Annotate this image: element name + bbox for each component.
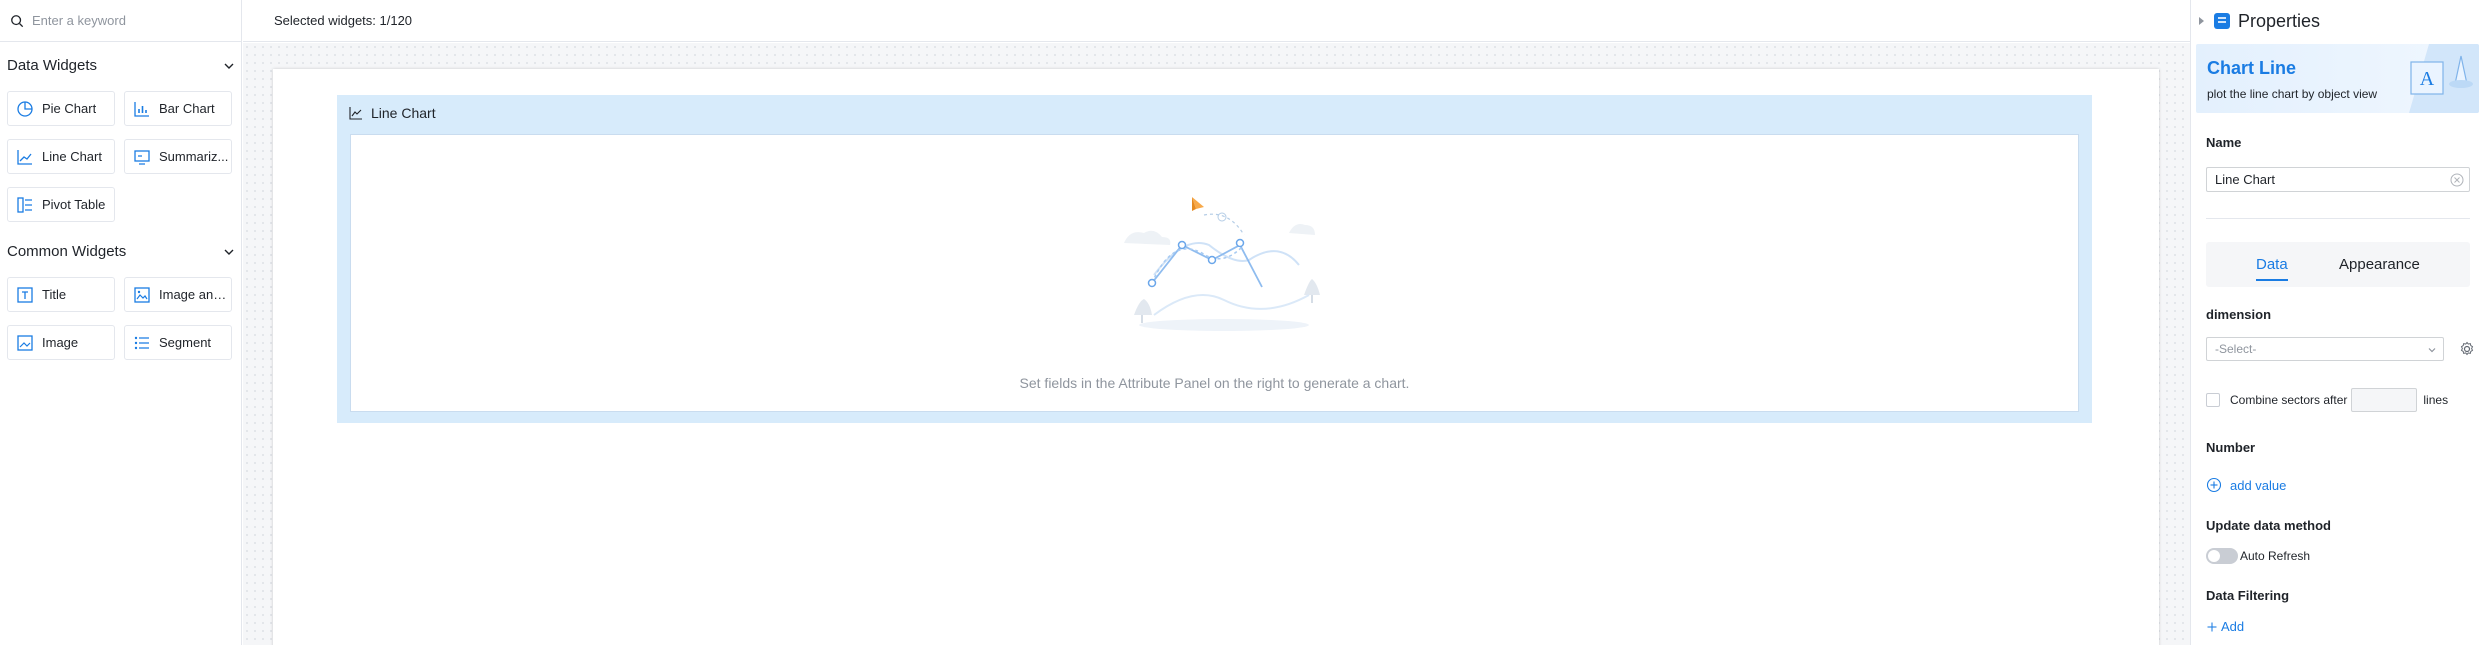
dimension-select-value: -Select-	[2215, 342, 2257, 356]
design-canvas[interactable]: Line Chart Set fields in the Attribute P…	[243, 43, 2190, 645]
widget-label: Image	[42, 335, 79, 350]
add-circle-icon	[2206, 477, 2222, 493]
tab-data[interactable]: Data	[2256, 242, 2288, 287]
section-data-widgets[interactable]: Data Widgets	[7, 57, 235, 74]
caret-right-icon[interactable]	[2197, 17, 2205, 25]
bar-chart-icon	[134, 101, 149, 117]
properties-header: Properties	[2191, 0, 2483, 42]
combine-sectors-unit: lines	[2423, 393, 2449, 407]
number-label: Number	[2206, 440, 2256, 455]
widget-type-description: plot the line chart by object view	[2207, 87, 2378, 101]
widget-label: Title	[42, 287, 67, 302]
name-label: Name	[2206, 135, 2242, 150]
combine-sectors-input[interactable]	[2351, 388, 2418, 412]
search-icon	[11, 14, 24, 27]
divider	[2206, 218, 2470, 219]
summary-icon	[134, 149, 150, 165]
widget-library-panel: Data Widgets Pie Chart Bar Chart Line Ch…	[0, 0, 242, 645]
properties-icon	[2214, 13, 2230, 29]
banner-illustration: A	[2409, 44, 2479, 113]
widget-segment[interactable]: Segment	[124, 325, 232, 360]
empty-chart-hint: Set fields in the Attribute Panel on the…	[1019, 375, 1410, 391]
line-chart-widget[interactable]: Line Chart Set fields in the Attribute P…	[337, 95, 2092, 423]
section-common-widgets[interactable]: Common Widgets	[7, 243, 235, 260]
gear-icon[interactable]	[2459, 341, 2475, 357]
chevron-down-icon	[224, 249, 234, 255]
dimension-label: dimension	[2206, 307, 2272, 322]
combine-sectors-checkbox[interactable]	[2206, 393, 2220, 407]
widget-label: Line Chart	[42, 149, 102, 164]
auto-refresh-label: Auto Refresh	[2240, 549, 2311, 563]
tab-appearance[interactable]: Appearance	[2339, 242, 2420, 287]
widget-title[interactable]: Title	[7, 277, 115, 312]
svg-text:A: A	[2420, 68, 2435, 90]
widget-title: Line Chart	[371, 105, 436, 121]
combine-sectors-label: Combine sectors after	[2230, 393, 2348, 407]
combine-sectors-row: Combine sectors after lines	[2206, 388, 2448, 412]
chevron-down-icon	[2428, 348, 2436, 353]
widget-label: Bar Chart	[159, 101, 215, 116]
widget-line-chart[interactable]: Line Chart	[7, 139, 115, 174]
widget-title-bar: Line Chart	[349, 105, 436, 121]
line-chart-icon	[17, 149, 32, 165]
widget-bar-chart[interactable]: Bar Chart	[124, 91, 232, 126]
segment-icon	[134, 336, 149, 349]
widget-info-banner: Chart Line plot the line chart by object…	[2196, 44, 2479, 113]
properties-title: Properties	[2238, 10, 2321, 31]
section-title: Common Widgets	[7, 243, 127, 260]
name-field[interactable]: Line Chart	[2206, 167, 2470, 192]
auto-refresh-toggle[interactable]	[2206, 548, 2238, 564]
widget-image[interactable]: Image	[7, 325, 115, 360]
widget-label: Image and...	[159, 287, 231, 302]
title-icon	[17, 286, 33, 303]
canvas-toolbar: Selected widgets: 1/120	[243, 0, 2190, 42]
widget-pivot-table[interactable]: Pivot Table	[7, 187, 115, 222]
add-filter-label: Add	[2221, 619, 2245, 634]
empty-chart-illustration	[1124, 197, 1320, 331]
pivot-table-icon	[17, 196, 32, 213]
image-text-icon	[134, 286, 150, 303]
add-value-link[interactable]: add value	[2206, 477, 2286, 493]
image-icon	[17, 334, 33, 351]
widget-label: Pivot Table	[42, 197, 106, 212]
widget-label: Pie Chart	[42, 101, 97, 116]
widget-type-title: Chart Line	[2207, 58, 2297, 78]
section-title: Data Widgets	[7, 57, 98, 74]
widget-image-and-text[interactable]: Image and...	[124, 277, 232, 312]
plus-icon	[2207, 622, 2217, 631]
data-filtering-label: Data Filtering	[2206, 588, 2290, 603]
widget-label: Segment	[159, 335, 212, 350]
pie-chart-icon	[17, 100, 33, 117]
dimension-select[interactable]: -Select-	[2206, 337, 2444, 361]
property-tabs: Data Appearance	[2206, 242, 2470, 287]
update-method-label: Update data method	[2206, 518, 2331, 533]
add-value-label: add value	[2230, 477, 2287, 493]
page-sheet: Line Chart Set fields in the Attribute P…	[273, 69, 2159, 645]
widget-label: Summariz...	[159, 149, 229, 164]
line-chart-icon	[349, 107, 362, 120]
properties-panel: Properties Chart Line plot the line char…	[2190, 0, 2483, 645]
clear-icon[interactable]	[2450, 173, 2464, 187]
chevron-down-icon	[224, 63, 234, 69]
widget-summarize[interactable]: Summariz...	[124, 139, 232, 174]
search-input[interactable]	[32, 13, 222, 28]
name-value: Line Chart	[2215, 172, 2275, 187]
search-bar	[0, 0, 242, 42]
auto-refresh-row: Auto Refresh	[2206, 548, 2310, 564]
add-filter-link[interactable]: Add	[2206, 619, 2244, 634]
selected-widgets-count: Selected widgets: 1/120	[274, 13, 413, 28]
widget-pie-chart[interactable]: Pie Chart	[7, 91, 115, 126]
chart-placeholder: Set fields in the Attribute Panel on the…	[350, 134, 2079, 412]
